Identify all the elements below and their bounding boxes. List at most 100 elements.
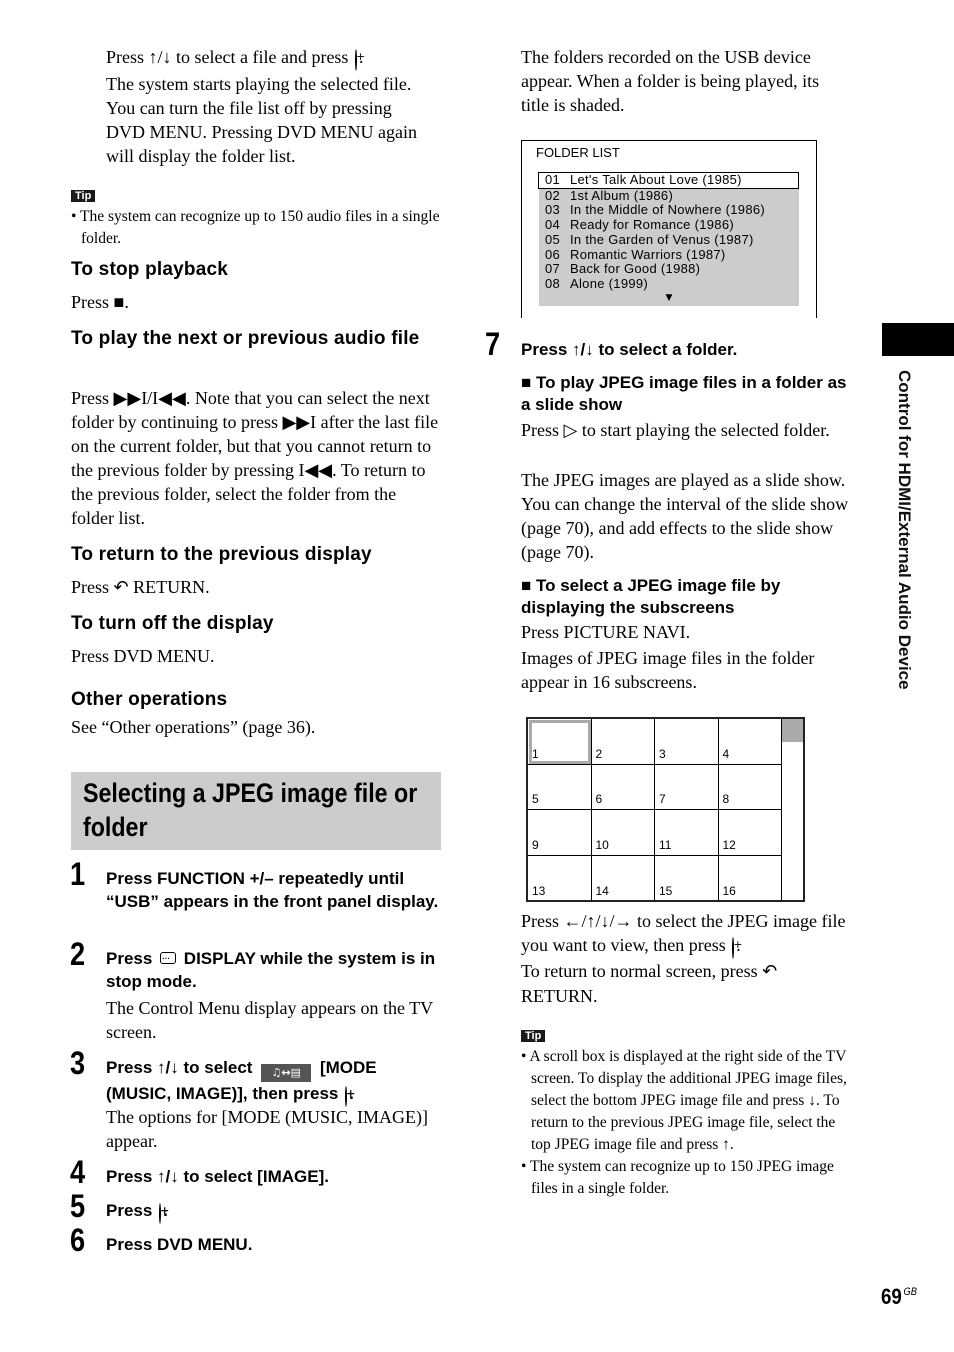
subscreen-cell[interactable]: 8 bbox=[718, 764, 782, 810]
folder-name: In the Middle of Nowhere (1986) bbox=[570, 202, 766, 218]
section-title-box: Selecting a JPEG image file or folder bbox=[71, 772, 441, 850]
tip-item: • A scroll box is displayed at the right… bbox=[521, 1048, 847, 1153]
return-icon: ↶ bbox=[113, 577, 129, 598]
folder-list-item[interactable]: 02 1st Album (1986) bbox=[539, 187, 799, 204]
chapter-tab-marker bbox=[882, 323, 954, 356]
page-number-value: 69 bbox=[881, 1284, 902, 1309]
stop-playback-heading: To stop playback bbox=[71, 259, 228, 280]
folder-number: 01 bbox=[545, 172, 561, 187]
folder-name: 1st Album (1986) bbox=[570, 187, 674, 203]
subscreen-number: 8 bbox=[722, 792, 730, 806]
enter-button-icon bbox=[159, 1203, 162, 1224]
folder-list-panel: FOLDER LIST 01 Let's Talk About Love (198… bbox=[521, 140, 817, 318]
folder-list-title: FOLDER LIST bbox=[536, 145, 620, 160]
intro-paragraph: Press ↑/↓ to select a file and press . T… bbox=[106, 45, 451, 168]
subscreen-cell[interactable]: 12 bbox=[718, 810, 782, 856]
folder-list: 01 Let's Talk About Love (1985) 02 1st Albu… bbox=[538, 172, 799, 306]
step-text: Press DISPLAY while the system is in sto… bbox=[106, 947, 446, 993]
enter-button-icon bbox=[345, 1086, 348, 1107]
step-body: The options for [MODE (MUSIC, IMAGE)] ap… bbox=[106, 1107, 428, 1151]
folder-name: Ready for Romance (1986) bbox=[570, 217, 734, 233]
intro-line: DVD MENU. Pressing DVD MENU again bbox=[106, 122, 417, 142]
folder-list-item[interactable]: 04 Ready for Romance (1986) bbox=[539, 217, 799, 233]
return-icon: ↶ bbox=[762, 961, 778, 982]
step-text-prefix: Press ↑/↓ to select bbox=[106, 1058, 253, 1077]
subscreen-cell[interactable]: 15 bbox=[655, 855, 719, 901]
step-text-prefix: Press bbox=[106, 1201, 153, 1220]
step-number: 2 bbox=[70, 936, 86, 972]
subscreen-cell[interactable]: 4 bbox=[718, 719, 782, 765]
subscreen-number: 6 bbox=[595, 792, 603, 806]
return-suffix: RETURN. bbox=[133, 577, 210, 597]
subscreen-cell[interactable]: 5 bbox=[528, 764, 592, 810]
next-prev-body: Press ▶▶I/I◀◀. Note that you can select … bbox=[71, 388, 439, 528]
folder-list-item[interactable]: 08 Alone (1999) bbox=[539, 276, 799, 292]
subscreen-cell[interactable]: 13 bbox=[528, 855, 592, 901]
folders-intro: The folders recorded on the USB device a… bbox=[521, 47, 820, 115]
step-number: 6 bbox=[70, 1222, 86, 1258]
tip-badge: Tip bbox=[71, 190, 96, 202]
subscreen-cell[interactable]: 1 bbox=[528, 719, 592, 765]
subscreen-number: 3 bbox=[659, 746, 666, 761]
subscreen-number: 11 bbox=[659, 837, 672, 852]
tip-badge: Tip bbox=[521, 1030, 546, 1042]
other-operations-heading: Other operations bbox=[71, 689, 228, 710]
step-text-prefix: Press bbox=[106, 949, 153, 968]
folder-number: 04 bbox=[545, 217, 561, 233]
subscreen-cell[interactable]: 16 bbox=[719, 855, 782, 901]
step-text: Press ↑/↓ to select ♫↔▤ [MODE (MUSIC, IM… bbox=[106, 1056, 446, 1108]
folder-name: Let's Talk About Love (1985) bbox=[570, 172, 742, 187]
subscreens-description: Images of JPEG image files in the folder… bbox=[521, 648, 815, 692]
chapter-tab-label: Control for HDMI/External Audio Device bbox=[895, 370, 914, 690]
grid-scroll-thumb[interactable] bbox=[782, 719, 803, 742]
subscreen-cell[interactable]: 10 bbox=[591, 810, 655, 856]
subscreen-number: 9 bbox=[532, 837, 539, 852]
step-text: Press FUNCTION +/– repeatedly until “USB… bbox=[106, 869, 439, 911]
folder-list-item[interactable]: 06 Romantic Warriors (1987) bbox=[539, 246, 799, 263]
intro-line: will display the folder list. bbox=[106, 146, 296, 166]
subscreens-body: Press PICTURE NAVI. bbox=[521, 622, 691, 642]
folder-name: In the Garden of Venus (1987) bbox=[570, 231, 754, 247]
folder-name: Back for Good (1988) bbox=[570, 261, 701, 277]
scroll-down-indicator-icon: ▼ bbox=[665, 292, 673, 303]
return-normal-para: To return to normal screen, press ↶ RETU… bbox=[521, 959, 851, 1008]
after-grid-para: Press ←/↑/↓/→ to select the JPEG image f… bbox=[521, 909, 851, 960]
subscreen-cell[interactable]: 14 bbox=[592, 855, 655, 901]
step-number: 4 bbox=[70, 1154, 86, 1190]
enter-button-icon bbox=[354, 49, 357, 71]
subscreen-number: 2 bbox=[595, 746, 603, 761]
intro-line: Press ↑/↓ to select a file and press bbox=[106, 47, 349, 67]
subscreen-cell[interactable]: 6 bbox=[591, 764, 655, 810]
folder-list-item[interactable]: 07 Back for Good (1988) bbox=[539, 261, 799, 277]
grid-scrollbar[interactable] bbox=[782, 719, 803, 900]
tip-box: Tip • The system can recognize up to 150… bbox=[71, 186, 446, 250]
step-text: Press ↑/↓ to select [IMAGE]. bbox=[106, 1167, 329, 1186]
subscreen-cell[interactable]: 11 bbox=[655, 810, 719, 856]
subscreen-number: 5 bbox=[532, 792, 539, 806]
tip-item-text: The system can recognize up to 150 audio… bbox=[80, 208, 440, 247]
step-text-suffix: DISPLAY while the system is in stop mode… bbox=[106, 949, 436, 991]
subscreen-cell[interactable]: 7 bbox=[655, 764, 719, 810]
folder-list-item[interactable]: 01 Let's Talk About Love (1985) bbox=[538, 172, 799, 189]
subscreen-number: 16 bbox=[722, 884, 736, 898]
page-number-suffix: GB bbox=[903, 1286, 918, 1298]
turn-off-display-body: Press DVD MENU. bbox=[71, 646, 215, 666]
folder-list-item[interactable]: 03 In the Middle of Nowhere (1986) bbox=[539, 203, 799, 218]
folder-number: 07 bbox=[545, 261, 561, 277]
subscreen-cell[interactable]: 9 bbox=[528, 810, 592, 856]
subscreen-number: 4 bbox=[722, 746, 730, 761]
step-number: 5 bbox=[70, 1188, 86, 1224]
subscreen-cell[interactable]: 3 bbox=[655, 719, 719, 765]
return-display-heading: To return to the previous display bbox=[71, 544, 372, 565]
subscreen-number: 13 bbox=[532, 884, 546, 898]
subscreen-cell[interactable]: 2 bbox=[591, 719, 655, 765]
folder-list-item[interactable]: 05 In the Garden of Venus (1987) bbox=[539, 231, 799, 248]
return-prefix: Press bbox=[71, 577, 110, 597]
return-display-body: Press ↶ RETURN. bbox=[71, 575, 210, 600]
mode-music-image-icon: ♫↔▤ bbox=[261, 1064, 312, 1082]
tip-item: • The system can recognize up to 150 JPE… bbox=[521, 1158, 834, 1197]
tip-item-text: A scroll box is displayed at the right s… bbox=[529, 1048, 847, 1153]
folder-number: 05 bbox=[545, 231, 561, 247]
slide-show-description: The JPEG images are played as a slide sh… bbox=[521, 470, 849, 562]
folder-number: 06 bbox=[545, 246, 561, 262]
